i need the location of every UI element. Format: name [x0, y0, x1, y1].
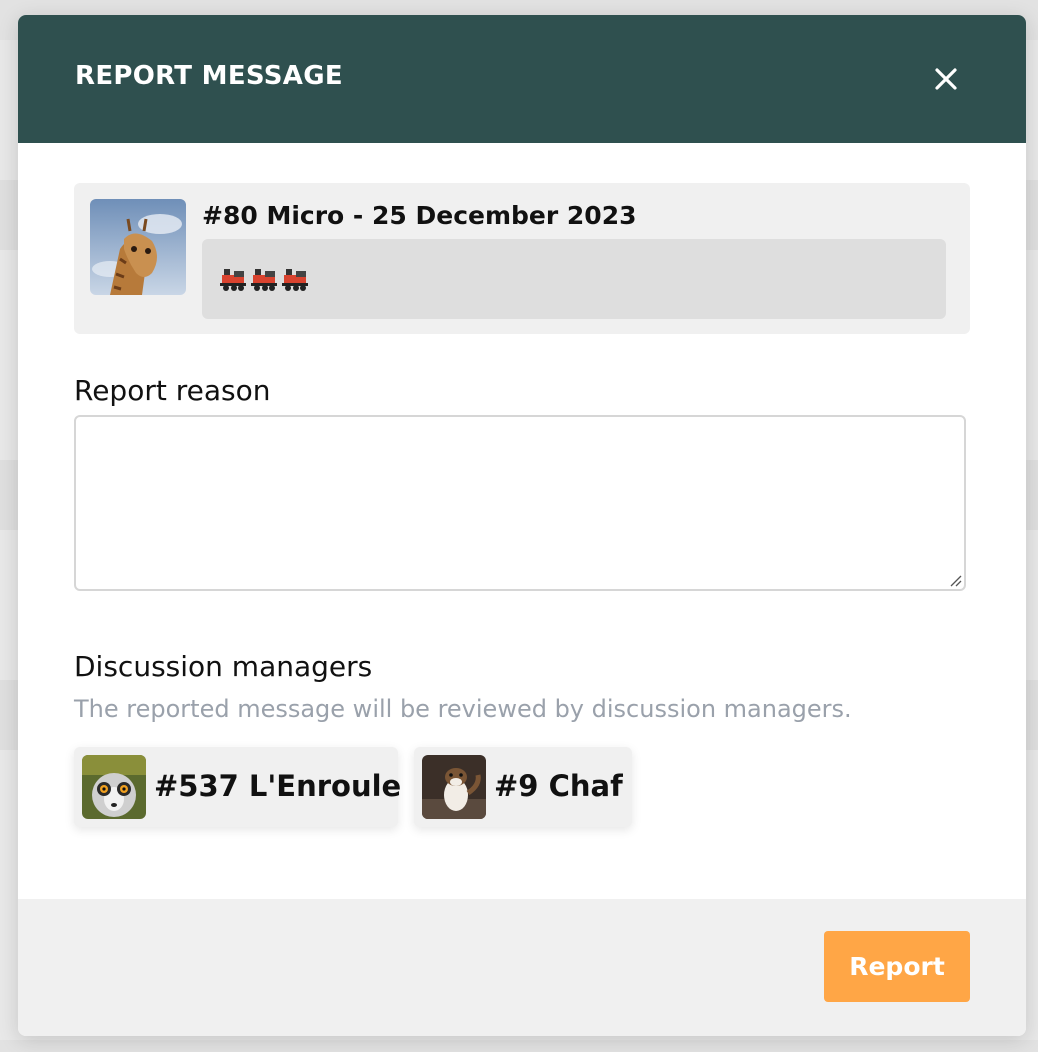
train-icon — [220, 269, 246, 291]
lemur-avatar — [82, 755, 146, 819]
reported-message-preview: #80 Micro - 25 December 2023 — [74, 183, 970, 334]
report-reason-label: Report reason — [74, 374, 271, 407]
report-button[interactable]: Report — [824, 931, 970, 1002]
manager-name: #9 Chaf — [494, 769, 623, 803]
train-icon — [282, 269, 308, 291]
close-icon — [935, 68, 957, 90]
manager-name: #537 L'Enroule — [154, 769, 402, 803]
message-emojis — [218, 263, 310, 293]
train-icon — [251, 269, 277, 291]
giraffe-avatar — [90, 199, 186, 295]
dialog-title: REPORT MESSAGE — [75, 61, 343, 91]
dialog-footer: Report — [18, 899, 1026, 1036]
close-button[interactable] — [926, 59, 966, 99]
discussion-managers-help: The reported message will be reviewed by… — [74, 695, 852, 723]
discussion-managers-label: Discussion managers — [74, 650, 373, 683]
dialog-header: REPORT MESSAGE — [18, 15, 1026, 143]
message-title: #80 Micro - 25 December 2023 — [202, 201, 637, 230]
report-reason-input[interactable] — [74, 415, 966, 591]
stoat-avatar — [422, 755, 486, 819]
resize-handle-icon[interactable] — [948, 573, 962, 587]
message-body — [202, 239, 946, 319]
manager-chip[interactable]: #537 L'Enroule — [74, 747, 402, 827]
manager-chip[interactable]: #9 Chaf — [414, 747, 632, 827]
report-message-dialog: REPORT MESSAGE #80 Micro - 25 December 2… — [18, 15, 1026, 1036]
